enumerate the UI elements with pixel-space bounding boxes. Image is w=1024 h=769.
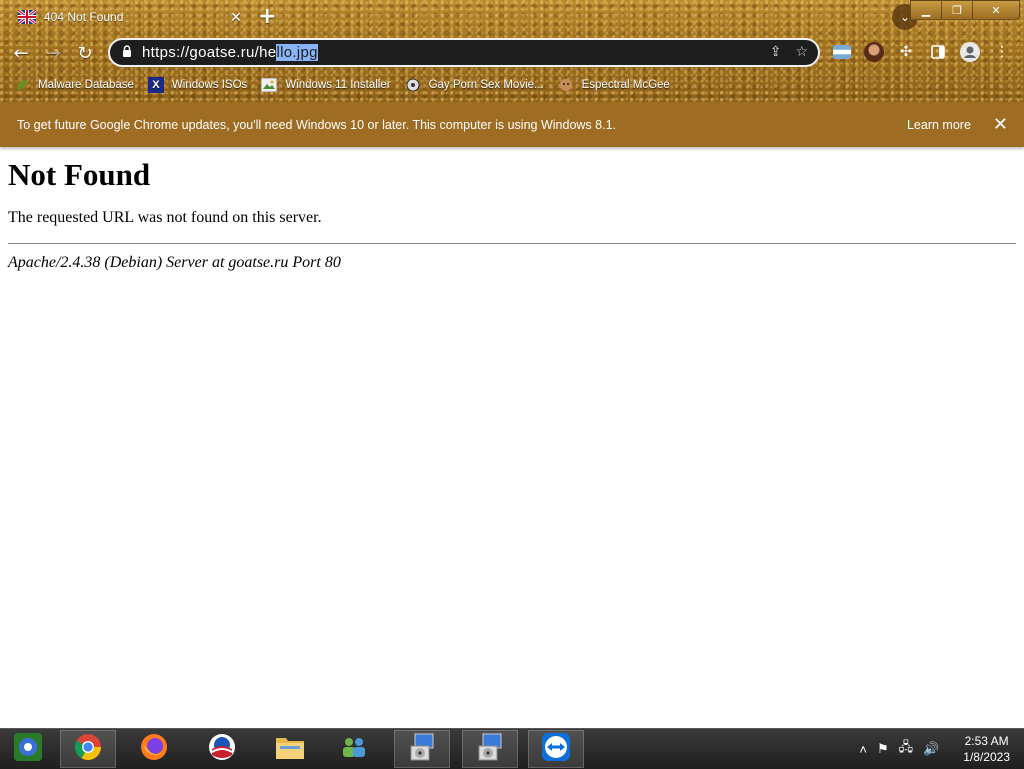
bookmarks-bar: Malware Database X Windows ISOs Windows …: [0, 72, 1024, 98]
update-infobar: To get future Google Chrome updates, you…: [0, 102, 1024, 147]
clock[interactable]: 2:53 AM 1/8/2023: [963, 733, 1010, 765]
bookmark-item[interactable]: Espectral McGee: [558, 77, 670, 93]
face-icon: [558, 77, 574, 93]
bookmark-label: Malware Database: [38, 79, 134, 91]
reload-button[interactable]: ↻: [72, 40, 98, 66]
reload-icon: ↻: [77, 42, 93, 64]
folder-icon: [275, 734, 305, 764]
url-prefix: https://goatse.ru/h: [142, 44, 268, 61]
bookmark-label: Espectral McGee: [581, 79, 670, 91]
minimize-button[interactable]: ▁: [910, 0, 942, 20]
installer-icon: [407, 732, 437, 766]
chevron-down-icon: ⌄: [899, 10, 911, 24]
menu-kebab-icon[interactable]: ⋮: [992, 42, 1012, 62]
error-message: The requested URL was not found on this …: [8, 209, 322, 226]
tab-close-icon[interactable]: ✕: [226, 9, 246, 26]
x-logo-icon: X: [147, 77, 164, 93]
installer-icon: [475, 732, 505, 766]
close-window-button[interactable]: ✕: [972, 0, 1020, 20]
taskbar: ˄ ⚑ 🖧 🔊 2:53 AM 1/8/2023: [0, 728, 1024, 769]
network-icon[interactable]: 🖧: [899, 738, 914, 760]
page-title: Not Found: [8, 157, 151, 192]
page-content: Not Found The requested URL was not foun…: [8, 148, 1016, 272]
restore-button[interactable]: ❐: [941, 0, 973, 20]
bookmark-item[interactable]: Windows 11 Installer: [261, 77, 391, 93]
arrow-right-icon: →: [45, 42, 61, 64]
users-network-icon: [339, 733, 369, 765]
image-icon: [261, 77, 278, 93]
bookmark-item[interactable]: Malware Database: [14, 77, 134, 93]
start-button[interactable]: [0, 730, 56, 768]
taskbar-teamviewer[interactable]: [528, 730, 584, 768]
share-icon[interactable]: ⇪: [770, 44, 782, 60]
flag-extension-icon[interactable]: [832, 42, 852, 62]
system-tray: ˄ ⚑ 🖧 🔊 2:53 AM 1/8/2023: [859, 729, 1010, 769]
lock-icon: [122, 45, 132, 60]
bookmark-label: Gay Porn Sex Movie...: [428, 79, 544, 91]
infobar-message: To get future Google Chrome updates, you…: [17, 117, 616, 132]
flag-icon[interactable]: ⚑: [877, 741, 889, 757]
address-bar[interactable]: https://goatse.ru/hello.jpg ⇪ ☆: [108, 38, 820, 67]
bookmark-label: Windows 11 Installer: [285, 79, 391, 91]
close-icon[interactable]: ✕: [993, 114, 1008, 135]
toolbar: ← → ↻ https://goatse.ru/hello.jpg ⇪ ☆ ✣: [0, 36, 1024, 70]
taskbar-network-app[interactable]: [326, 730, 382, 768]
firefox-icon: [140, 733, 168, 765]
clock-date: 1/8/2023: [963, 750, 1010, 764]
profile-extension-icon[interactable]: [864, 42, 884, 62]
extensions-area: ✣ ⋮: [832, 42, 1012, 62]
window-controls: ▁ ❐ ✕: [910, 0, 1020, 20]
taskbar-chrome[interactable]: [60, 730, 116, 768]
taskbar-installer-2[interactable]: [462, 730, 518, 768]
tab-active[interactable]: 404 Not Found ✕: [8, 2, 246, 32]
campaign-logo-icon: [208, 733, 236, 765]
bookmark-item[interactable]: Gay Porn Sex Movie...: [405, 77, 544, 93]
browser-frame: 404 Not Found ✕ + ⌄ ▁ ❐ ✕ ← → ↻ https://…: [0, 0, 1024, 102]
learn-more-link[interactable]: Learn more: [907, 118, 971, 132]
chevron-up-icon[interactable]: ˄: [859, 742, 867, 757]
volume-icon[interactable]: 🔊: [923, 741, 939, 757]
url-selected: llo.jpg: [276, 44, 318, 61]
url-text[interactable]: https://goatse.ru/hello.jpg: [142, 44, 318, 61]
server-signature: Apache/2.4.38 (Debian) Server at goatse.…: [8, 254, 341, 271]
start-orb-icon: [12, 731, 44, 767]
divider: [8, 243, 1016, 244]
taskbar-obama-logo[interactable]: [194, 730, 250, 768]
back-button[interactable]: ←: [8, 40, 34, 66]
taskbar-installer-1[interactable]: [394, 730, 450, 768]
clock-time: 2:53 AM: [964, 734, 1009, 748]
arrow-left-icon: ←: [13, 42, 29, 64]
uk-flag-icon: [18, 9, 36, 25]
new-tab-button[interactable]: +: [258, 4, 276, 29]
side-panel-icon[interactable]: [928, 42, 948, 62]
teamviewer-icon: [541, 732, 571, 766]
disc-icon: [405, 77, 421, 93]
star-icon[interactable]: ☆: [795, 44, 808, 60]
puzzle-icon[interactable]: ✣: [896, 42, 916, 62]
bookmark-label: Windows ISOs: [171, 79, 248, 91]
bookmark-item[interactable]: X Windows ISOs: [147, 77, 248, 93]
taskbar-firefox[interactable]: [126, 730, 182, 768]
tab-title: 404 Not Found: [44, 10, 124, 24]
forward-button[interactable]: →: [40, 40, 66, 66]
account-icon[interactable]: [960, 42, 980, 62]
taskbar-file-explorer[interactable]: [262, 730, 318, 768]
leaf-icon: [14, 77, 30, 93]
chrome-icon: [74, 733, 102, 765]
